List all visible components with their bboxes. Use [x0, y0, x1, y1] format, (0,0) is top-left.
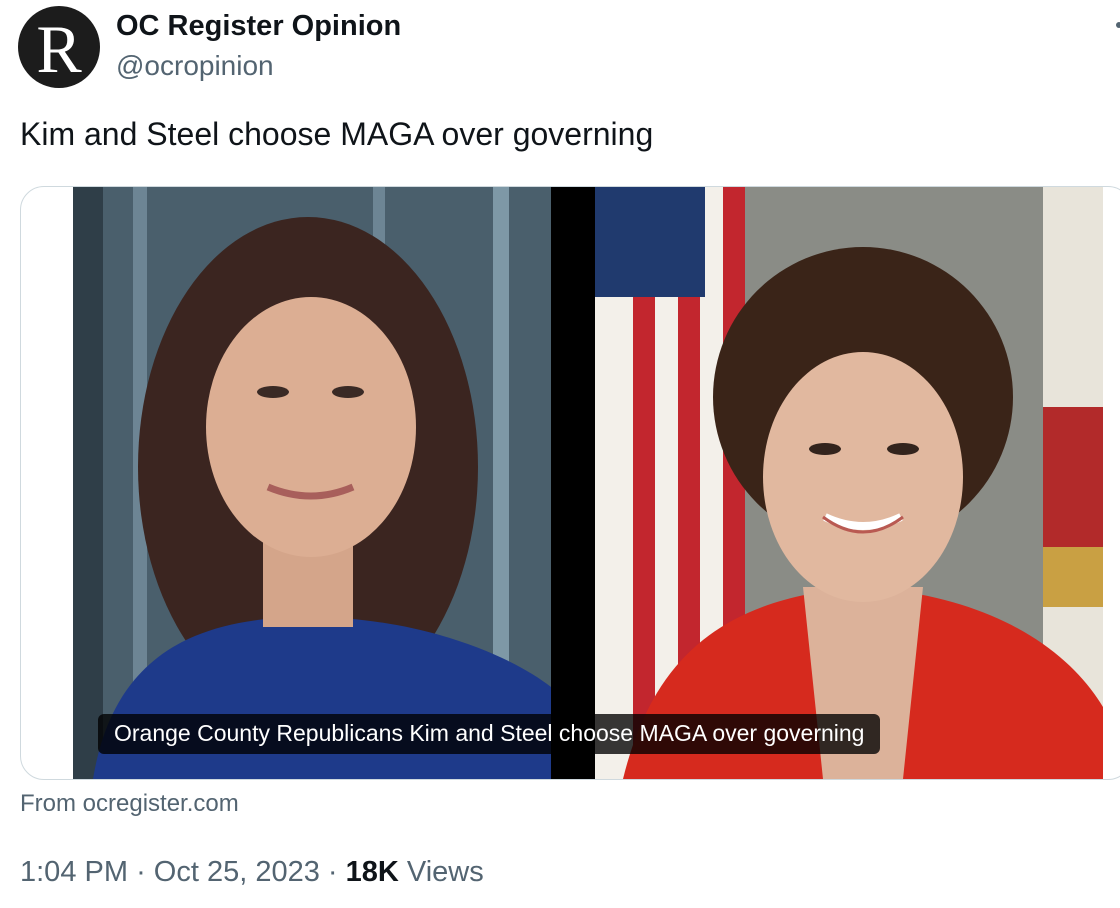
meta-separator: ·	[136, 856, 146, 888]
tweet-meta: 1:04 PM · Oct 25, 2023 · 18K Views	[20, 856, 484, 889]
tweet-text: Kim and Steel choose MAGA over governing	[20, 116, 654, 152]
avatar-logo: R	[36, 11, 82, 87]
card-image[interactable]: Orange County Republicans Kim and Steel …	[73, 187, 1103, 779]
tweet-date[interactable]: Oct 25, 2023	[154, 856, 320, 888]
views-label: Views	[406, 856, 484, 888]
display-name[interactable]: OC Register Opinion	[116, 10, 401, 43]
card-source[interactable]: From ocregister.com	[20, 790, 239, 818]
tweet-time[interactable]: 1:04 PM	[20, 856, 128, 888]
meta-separator: ·	[327, 856, 338, 888]
card-photo-illustration	[73, 187, 1103, 779]
avatar[interactable]: R	[18, 6, 100, 88]
more-icon[interactable]	[1116, 22, 1120, 28]
card-caption: Orange County Republicans Kim and Steel …	[98, 714, 881, 754]
user-handle[interactable]: @ocropinion	[116, 50, 274, 82]
link-card[interactable]: Orange County Republicans Kim and Steel …	[20, 186, 1120, 780]
views-count: 18K	[345, 856, 399, 888]
